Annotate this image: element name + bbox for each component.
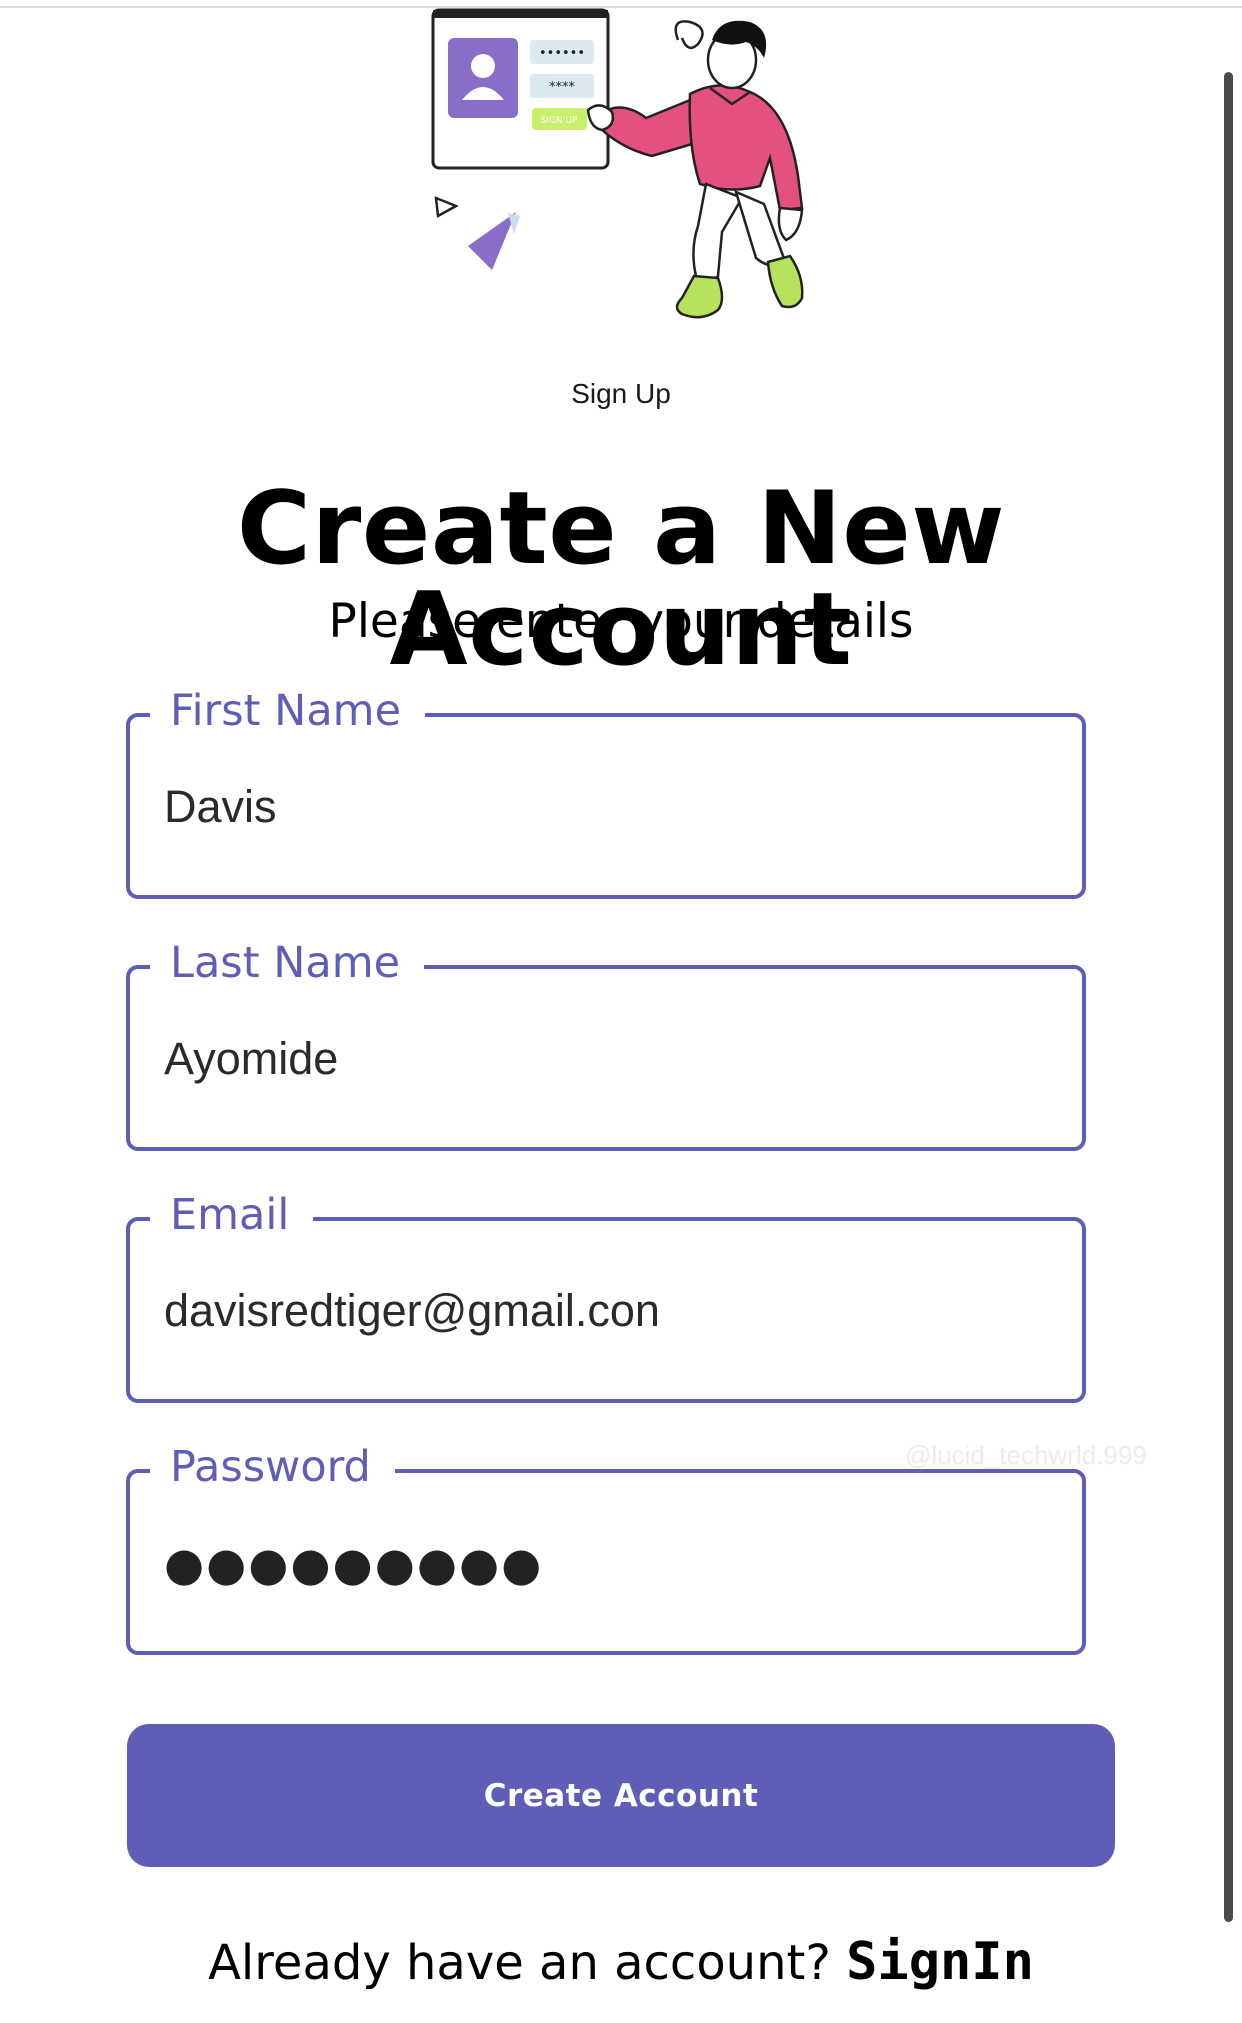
watermark-text: @lucid_techwrld.999 (905, 1440, 1147, 1470)
create-account-button[interactable]: Create Account (127, 1724, 1115, 1867)
first-name-label: First Name (150, 681, 426, 741)
last-name-label: Last Name (150, 933, 425, 993)
card-signup-text: SIGN UP (541, 116, 579, 126)
signup-illustration: •••••• **** SIGN UP (420, 8, 820, 368)
shoe-left-icon (675, 274, 724, 319)
email-input[interactable] (164, 1285, 1044, 1337)
first-name-input[interactable] (164, 781, 1044, 833)
triangle-purple-icon (468, 212, 516, 270)
signin-link[interactable]: SignIn (846, 1932, 1034, 1992)
person-leg-left-shape (692, 182, 744, 282)
email-field[interactable]: Email (126, 1185, 1086, 1403)
shoe-right-icon (766, 254, 804, 309)
signin-prompt-text: Already have an account? (208, 1935, 847, 1991)
triangle-outline-icon (434, 196, 459, 219)
email-label: Email (150, 1185, 314, 1245)
password-label: Password (150, 1437, 395, 1497)
password-input[interactable]: ●●●●●●●●● (164, 1537, 543, 1591)
vertical-scrollbar[interactable] (1224, 72, 1233, 1922)
page-title: Create a New Account (236, 469, 1006, 688)
signin-prompt: Already have an account? SignIn (0, 1932, 1242, 1992)
last-name-field[interactable]: Last Name (126, 933, 1086, 1151)
last-name-input[interactable] (164, 1033, 1044, 1085)
hero-caption: Sign Up (571, 378, 671, 409)
card-mask-text-2: **** (549, 80, 576, 95)
page-subtitle: Please enter your details (328, 594, 914, 649)
password-field[interactable]: Password ●●●●●●●●● (126, 1437, 1086, 1655)
first-name-field[interactable]: First Name (126, 681, 1086, 899)
card-mask-text-1: •••••• (539, 46, 585, 61)
